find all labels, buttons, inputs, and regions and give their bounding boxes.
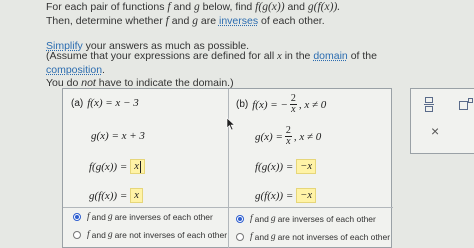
part-a-fg-row: f(g(x)) = x — [89, 159, 145, 174]
radio-selected[interactable] — [73, 213, 81, 221]
instruction-line-1: For each pair of functions f and g below… — [46, 1, 341, 13]
part-a-f-definition: (a) f(x) = x − 3 — [71, 97, 139, 109]
part-b-gf-row: g(f(x)) = −x — [255, 188, 317, 203]
part-b-fg-answer-field[interactable]: −x — [296, 159, 317, 174]
part-a-option-not-inverses[interactable]: f and g are not inverses of each other — [73, 230, 227, 240]
part-a-gf-answer-field[interactable]: x — [130, 188, 143, 203]
text-caret — [139, 160, 141, 173]
row-divider — [63, 207, 393, 208]
composition-link[interactable]: composition — [46, 64, 102, 76]
inverses-link[interactable]: inverses — [219, 15, 258, 27]
part-b-f-definition: (b) f(x) = − 2x , x ≠ 0 — [236, 93, 327, 115]
instruction-line-2: Then, determine whether f and g are inve… — [46, 15, 325, 27]
radio-selected[interactable] — [236, 215, 244, 223]
exponent-tool-icon[interactable] — [459, 98, 473, 110]
instructions: For each pair of functions f and g below… — [46, 0, 446, 28]
part-b-option-not-inverses[interactable]: f and g are not inverses of each other — [236, 232, 390, 242]
part-a-gf-row: g(f(x)) = x — [89, 188, 143, 203]
math-toolbar: × — [410, 88, 474, 154]
radio-unselected[interactable] — [236, 233, 244, 241]
column-divider — [228, 89, 229, 248]
part-a-fg-answer-field[interactable]: x — [130, 159, 145, 174]
domain-link[interactable]: domain — [313, 50, 347, 62]
part-a-option-inverses[interactable]: f and g are inverses of each other — [73, 212, 213, 222]
fraction: 2x — [284, 125, 292, 147]
part-a-g-definition: g(x) = x + 3 — [91, 130, 145, 142]
part-b-option-inverses[interactable]: f and g are inverses of each other — [236, 214, 376, 224]
part-b-fg-row: f(g(x)) = −x — [255, 159, 317, 174]
fraction-tool-icon[interactable] — [424, 97, 434, 113]
mouse-cursor-icon — [226, 117, 236, 131]
radio-unselected[interactable] — [73, 231, 81, 239]
assumption-note: (Assume that your expressions are define… — [46, 50, 377, 89]
part-b-g-definition: g(x) = 2x , x ≠ 0 — [255, 125, 322, 147]
clear-button[interactable]: × — [431, 123, 439, 139]
fraction: 2x — [289, 93, 297, 115]
part-b-gf-answer-field[interactable]: −x — [296, 188, 317, 203]
answer-panel: (a) f(x) = x − 3 g(x) = x + 3 f(g(x)) = … — [62, 88, 393, 248]
